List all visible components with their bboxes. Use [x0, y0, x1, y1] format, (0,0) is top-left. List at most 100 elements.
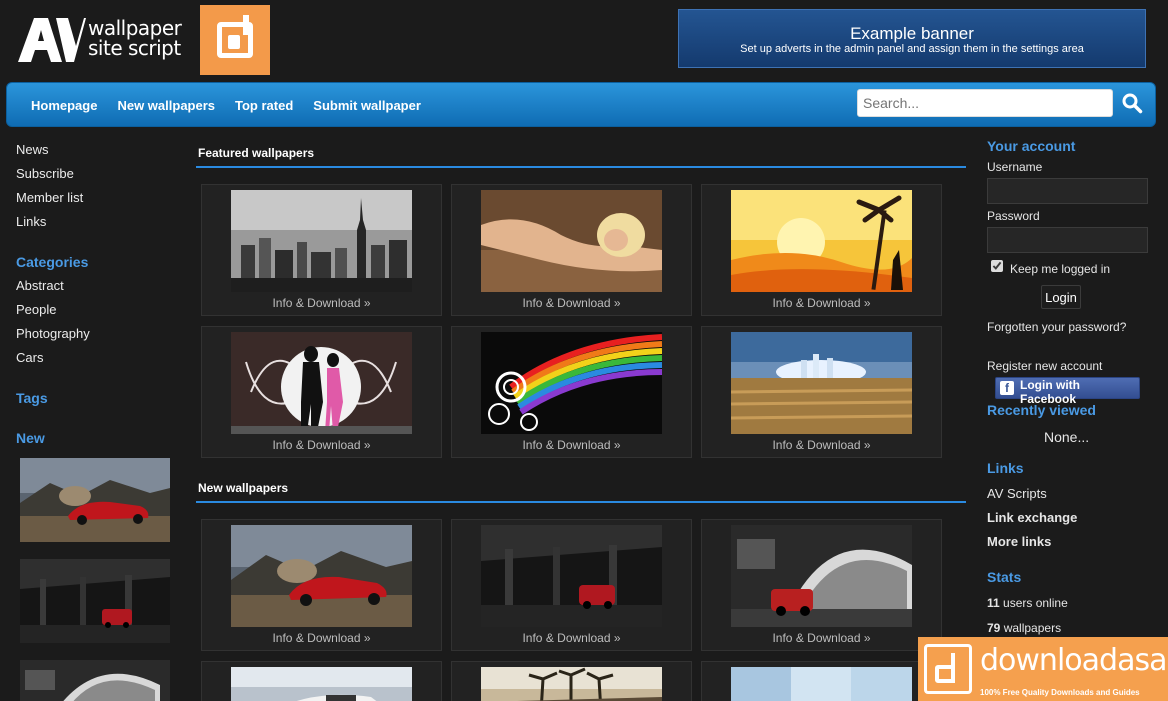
nav-new-wallpapers[interactable]: New wallpapers	[117, 98, 215, 113]
link-more-links[interactable]: More links	[987, 534, 1051, 549]
new-heading[interactable]: New	[16, 430, 176, 446]
banner-title: Example banner	[850, 24, 974, 43]
keep-logged-in-checkbox[interactable]	[991, 260, 1003, 272]
sidebar-link-subscribe[interactable]: Subscribe	[16, 167, 176, 191]
new-card-convertible	[201, 661, 442, 701]
wallpaper-thumb-tunnel-graffiti[interactable]	[731, 525, 912, 627]
featured-divider	[196, 166, 966, 168]
downloadasap-watermark: downloadasap 100% Free Quality Downloads…	[918, 637, 1168, 701]
users-online-count: 11	[987, 596, 1000, 610]
password-label: Password	[987, 209, 1040, 223]
stats-heading: Stats	[987, 569, 1022, 585]
stats-wallpapers: 79 wallpapers	[987, 621, 1061, 635]
sidebar-link-news[interactable]: News	[16, 143, 176, 167]
watermark-tagline: 100% Free Quality Downloads and Guides	[980, 688, 1140, 697]
info-download-link[interactable]: Info & Download »	[702, 438, 941, 452]
link-exchange[interactable]: Link exchange	[987, 510, 1077, 525]
sidebar-link-links[interactable]: Links	[16, 215, 176, 239]
info-download-link[interactable]: Info & Download »	[202, 438, 441, 452]
logo-line-2: site script	[88, 36, 181, 60]
wallpaper-thumb-couple-silhouette[interactable]	[231, 332, 412, 434]
forgot-password-link[interactable]: Forgotten your password?	[987, 320, 1126, 334]
info-download-link[interactable]: Info & Download »	[452, 631, 691, 645]
info-download-link[interactable]: Info & Download »	[452, 296, 691, 310]
categories-heading: Categories	[16, 254, 89, 270]
wallpapers-count: 79	[987, 621, 1001, 635]
nav-submit-wallpaper[interactable]: Submit wallpaper	[313, 98, 421, 113]
featured-card-rainbow: Info & Download »	[451, 326, 692, 458]
site-logo[interactable]: wallpaper site script	[16, 12, 186, 67]
wallpaper-thumb-car-under-bridge[interactable]	[481, 525, 662, 627]
wallpaper-thumb-blue-sky[interactable]	[731, 667, 912, 701]
new-wallpapers-heading: New wallpapers	[198, 481, 289, 495]
featured-heading: Featured wallpapers	[198, 146, 315, 160]
new-card-bridge-car: Info & Download »	[451, 519, 692, 651]
category-cars[interactable]: Cars	[16, 351, 176, 375]
wallpaper-thumb-palm-trees[interactable]	[481, 667, 662, 701]
account-heading: Your account	[987, 138, 1076, 154]
info-download-link[interactable]: Info & Download »	[452, 438, 691, 452]
banner-subtitle: Set up adverts in the admin panel and as…	[740, 43, 1084, 55]
wallpapers-label: wallpapers	[1003, 621, 1062, 635]
wallpaper-thumb-woman-lying[interactable]	[481, 190, 662, 292]
login-button[interactable]: Login	[1041, 285, 1081, 309]
search-input[interactable]	[857, 89, 1113, 117]
recently-viewed-heading: Recently viewed	[987, 402, 1096, 418]
wallpaper-thumb-red-car-mountains[interactable]	[231, 525, 412, 627]
logo-text: wallpaper site script	[88, 16, 182, 60]
new-thumb-red-car-mountains[interactable]	[20, 458, 170, 542]
facebook-login-button[interactable]: f Login with Facebook	[995, 377, 1140, 406]
new-wallpapers-divider	[196, 501, 966, 503]
info-download-link[interactable]: Info & Download »	[202, 296, 441, 310]
nav-top-rated[interactable]: Top rated	[235, 98, 293, 113]
category-photography[interactable]: Photography	[16, 327, 176, 351]
tags-heading[interactable]: Tags	[16, 390, 176, 430]
wallpaper-thumb-rainbow-circles[interactable]	[481, 332, 662, 434]
featured-card-sunset: Info & Download »	[701, 184, 942, 316]
featured-card-woman: Info & Download »	[451, 184, 692, 316]
av-logo-icon	[18, 18, 86, 62]
info-download-link[interactable]: Info & Download »	[702, 631, 941, 645]
logo-line-1: wallpaper	[88, 16, 182, 40]
new-card-sky	[701, 661, 942, 701]
example-banner[interactable]: Example banner Set up adverts in the adm…	[678, 9, 1146, 68]
new-card-tunnel-car: Info & Download »	[701, 519, 942, 651]
featured-card-field: Info & Download »	[701, 326, 942, 458]
wallpaper-thumb-white-convertible[interactable]	[231, 667, 412, 701]
link-av-scripts[interactable]: AV Scripts	[987, 486, 1047, 501]
site-header: wallpaper site script Example banner Set…	[0, 0, 1168, 80]
featured-card-city: Info & Download »	[201, 184, 442, 316]
users-online-label: users online	[1003, 596, 1068, 610]
new-thumb-tunnel-graffiti[interactable]	[20, 660, 170, 701]
new-thumb-car-under-bridge[interactable]	[20, 559, 170, 643]
watermark-name: downloadasap	[980, 643, 1168, 678]
main-nav: Homepage New wallpapers Top rated Submit…	[6, 82, 1156, 127]
left-sidebar: News Subscribe Member list Links Categor…	[16, 143, 176, 447]
new-thumbnails	[20, 458, 170, 701]
d-badge-icon	[200, 5, 270, 75]
category-people[interactable]: People	[16, 303, 176, 327]
nav-homepage[interactable]: Homepage	[31, 98, 97, 113]
sidebar-link-member-list[interactable]: Member list	[16, 191, 176, 215]
recently-viewed-value: None...	[1044, 429, 1090, 445]
category-abstract[interactable]: Abstract	[16, 279, 176, 303]
d-logo-icon	[924, 644, 972, 694]
facebook-icon: f	[1000, 381, 1014, 395]
register-link[interactable]: Register new account	[987, 359, 1102, 373]
info-download-link[interactable]: Info & Download »	[202, 631, 441, 645]
search-icon	[1122, 93, 1143, 113]
featured-card-couple: Info & Download »	[201, 326, 442, 458]
links-heading: Links	[987, 460, 1024, 476]
wallpaper-thumb-tropical-sunset[interactable]	[731, 190, 912, 292]
new-card-palms	[451, 661, 692, 701]
stats-users-online: 11 users online	[987, 596, 1068, 610]
password-input[interactable]	[987, 227, 1148, 253]
search-button[interactable]	[1119, 91, 1145, 117]
keep-logged-in-label: Keep me logged in	[1010, 262, 1111, 276]
username-input[interactable]	[987, 178, 1148, 204]
wallpaper-thumb-wheat-field-city[interactable]	[731, 332, 912, 434]
info-download-link[interactable]: Info & Download »	[702, 296, 941, 310]
wallpaper-thumb-city-skyline[interactable]	[231, 190, 412, 292]
new-card-red-car: Info & Download »	[201, 519, 442, 651]
username-label: Username	[987, 160, 1043, 174]
